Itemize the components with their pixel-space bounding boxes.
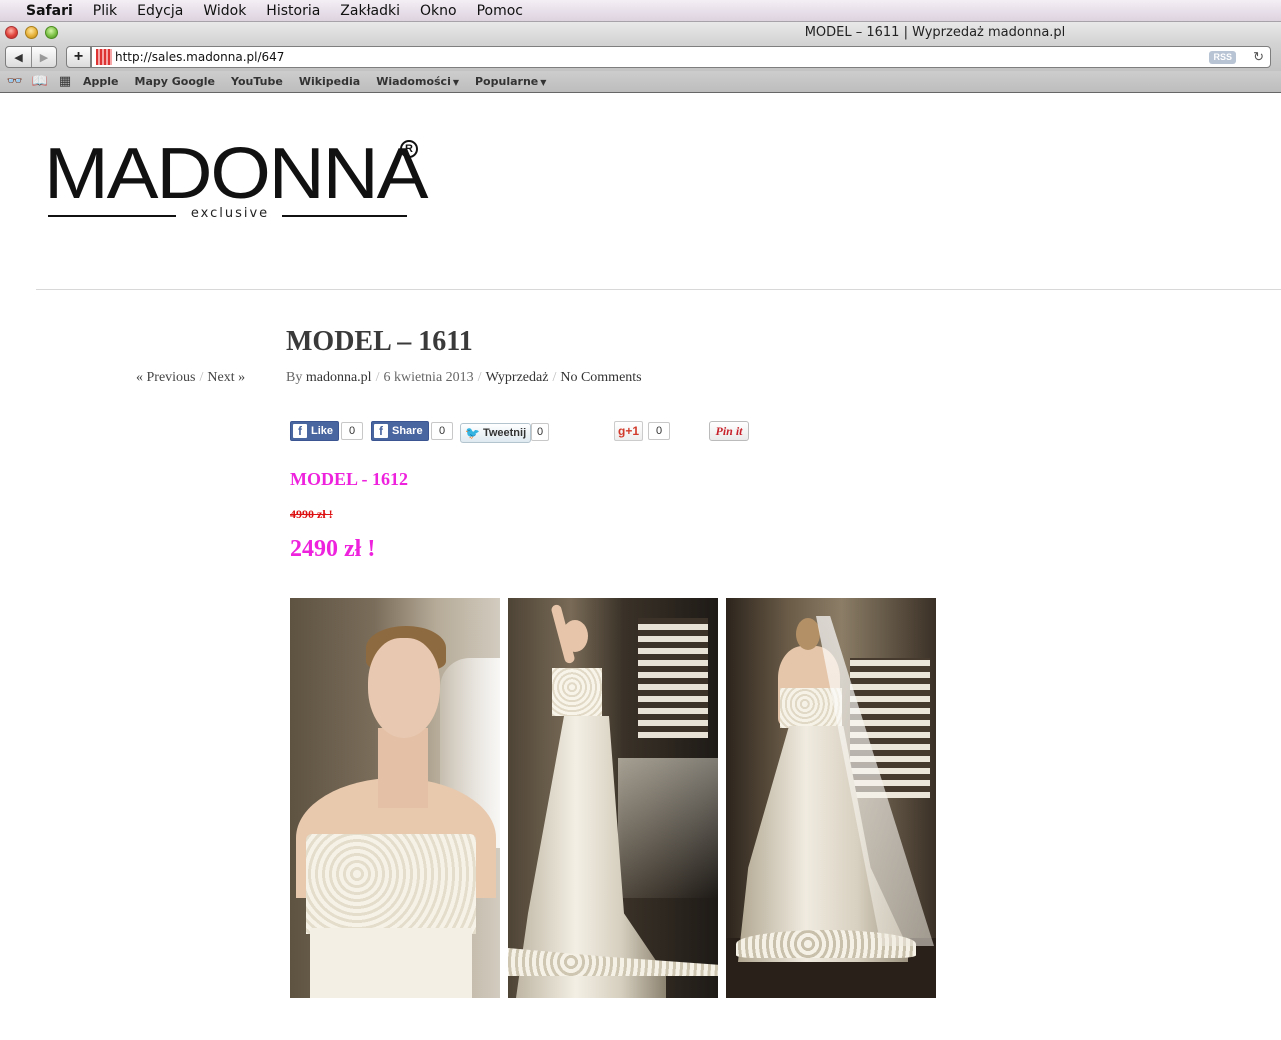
zoom-window-button[interactable] (45, 26, 58, 39)
forward-button[interactable]: ▶ (30, 47, 56, 67)
url-text[interactable]: http://sales.madonna.pl/647 (115, 50, 284, 64)
menu-plik[interactable]: Plik (83, 0, 127, 22)
bookmark-folder-popularne[interactable]: Popularne ▼ (467, 75, 554, 88)
previous-post-link[interactable]: « Previous (136, 370, 196, 385)
bookmark-wikipedia[interactable]: Wikipedia (291, 75, 368, 88)
browser-toolbar: ◀ ▶ + http://sales.madonna.pl/647 RSS ↻ (0, 44, 1281, 71)
facebook-like-label: Like (311, 425, 334, 437)
back-button[interactable]: ◀ (6, 47, 31, 67)
photo-bodice (306, 834, 476, 934)
reload-icon[interactable]: ↻ (1253, 49, 1264, 65)
google-plus-count: 0 (648, 422, 670, 440)
twitter-bird-icon: 🐦 (465, 426, 480, 440)
meta-separator: / (552, 370, 557, 385)
top-sites-grid-icon[interactable]: ▦ (55, 74, 75, 89)
site-logo[interactable]: MADONNA R exclusive (44, 134, 428, 226)
logo-tagline: exclusive (190, 206, 270, 221)
category-link[interactable]: Wyprzedaż (486, 370, 549, 385)
tweet-count: 0 (531, 423, 549, 441)
menu-safari[interactable]: Safari (22, 0, 83, 22)
bookmark-youtube[interactable]: YouTube (223, 75, 291, 88)
nav-separator: / (199, 370, 204, 385)
bookmark-apple[interactable]: Apple (75, 75, 127, 88)
site-favicon-icon (96, 49, 112, 65)
facebook-share-button[interactable]: f Share (371, 421, 429, 441)
post-date: 6 kwietnia 2013 (383, 370, 474, 385)
bookmark-folder-label: Popularne (475, 75, 539, 88)
logo-wordmark: MADONNA (44, 134, 428, 214)
facebook-icon: f (374, 424, 388, 438)
author-link[interactable]: madonna.pl (306, 370, 372, 385)
menu-edycja[interactable]: Edycja (127, 0, 193, 22)
photo-head (796, 618, 820, 650)
registered-mark: R (400, 140, 418, 158)
chevron-down-icon: ▼ (540, 78, 547, 87)
tweet-label: Tweetnij (482, 427, 527, 439)
bookmark-folder-label: Wiadomości (376, 75, 451, 88)
google-plus-label: g+1 (618, 424, 640, 438)
dress-photo-portrait[interactable] (290, 598, 500, 998)
post-title: MODEL – 1611 (286, 326, 473, 357)
facebook-like-count: 0 (341, 422, 363, 440)
logo-rule-left (48, 215, 176, 217)
header-divider (36, 289, 1281, 290)
forward-arrow-icon: ▶ (39, 51, 49, 64)
logo-rule-right (282, 215, 407, 217)
os-menu-bar: Safari Plik Edycja Widok Historia Zakład… (0, 0, 1281, 22)
menu-widok[interactable]: Widok (193, 0, 256, 22)
menu-zakladki[interactable]: Zakładki (330, 0, 410, 22)
meta-separator: / (477, 370, 482, 385)
post-meta: By madonna.pl/6 kwietnia 2013/Wyprzedaż /… (286, 370, 642, 386)
old-price: 4990 zł ! (290, 507, 333, 521)
rss-button[interactable]: RSS (1209, 51, 1236, 64)
photo-window-blinds (638, 618, 708, 738)
back-arrow-icon: ◀ (14, 51, 23, 64)
next-post-link[interactable]: Next » (207, 370, 245, 385)
photo-skirt (310, 928, 472, 998)
window-title: MODEL – 1611 | Wyprzedaż madonna.pl (804, 25, 1066, 40)
back-forward-group: ◀ ▶ (5, 46, 57, 68)
facebook-icon: f (293, 424, 307, 438)
pin-it-button[interactable]: Pin it (709, 421, 749, 441)
reading-list-icon[interactable]: 👓 (5, 74, 25, 89)
by-label: By (286, 370, 303, 385)
menu-historia[interactable]: Historia (256, 0, 330, 22)
facebook-share-count: 0 (431, 422, 453, 440)
minimize-window-button[interactable] (25, 26, 38, 39)
window-title-bar: MODEL – 1611 | Wyprzedaż madonna.pl (0, 22, 1281, 44)
menu-okno[interactable]: Okno (410, 0, 467, 22)
facebook-share-label: Share (392, 425, 423, 437)
bookmark-mapy-google[interactable]: Mapy Google (127, 75, 224, 88)
dress-photo-front[interactable] (508, 598, 718, 998)
product-model-name: MODEL - 1612 (290, 469, 409, 489)
facebook-like-button[interactable]: f Like (290, 421, 340, 441)
dress-photo-back[interactable] (726, 598, 936, 998)
address-bar[interactable]: http://sales.madonna.pl/647 RSS ↻ (91, 46, 1271, 68)
post-navigation: « Previous / Next » (136, 370, 245, 386)
add-bookmark-button[interactable]: + (66, 46, 91, 68)
photo-light-beam (618, 758, 718, 898)
tweet-button[interactable]: 🐦 Tweetnij (460, 423, 532, 443)
web-page: MADONNA R exclusive « Previous / Next » MO… (0, 94, 1281, 1040)
bookmarks-bar: 👓 📖 ▦ Apple Mapy Google YouTube Wikipedi… (0, 71, 1281, 93)
google-plus-button[interactable]: g+1 (614, 421, 644, 441)
photo-face (368, 638, 440, 738)
menu-pomoc[interactable]: Pomoc (467, 0, 533, 22)
photo-bodice (552, 668, 602, 716)
sale-price: 2490 zł ! (290, 536, 376, 562)
close-window-button[interactable] (5, 26, 18, 39)
chevron-down-icon: ▼ (452, 78, 459, 87)
bookmarks-book-icon[interactable]: 📖 (30, 74, 50, 89)
bookmark-folder-wiadomosci[interactable]: Wiadomości ▼ (368, 75, 467, 88)
photo-head (562, 620, 588, 652)
comments-link[interactable]: No Comments (560, 370, 641, 385)
photo-neck (378, 728, 428, 808)
meta-separator: / (375, 370, 380, 385)
